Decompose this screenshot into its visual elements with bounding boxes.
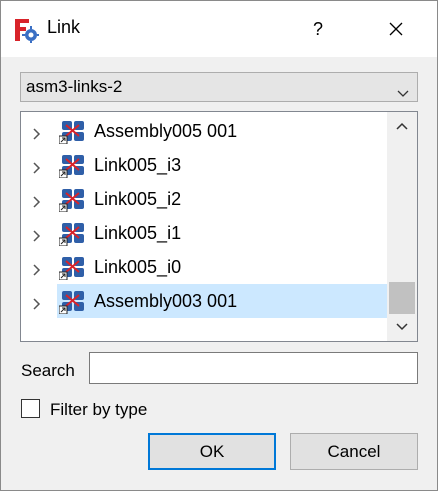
help-button[interactable]: ? [303, 9, 333, 49]
chevron-up-icon [396, 122, 408, 130]
window-title: Link [47, 17, 81, 37]
document-select[interactable]: asm3-links-2 [20, 72, 418, 102]
search-input[interactable] [89, 352, 418, 384]
tree-row-label: Link005_i3 [94, 155, 182, 175]
tree-row-label: Link005_i2 [94, 189, 182, 209]
assembly-link-icon [58, 186, 87, 213]
tree-row[interactable]: Link005_i0 [21, 250, 387, 284]
link-dialog: Link ? asm3-links-2 Assembly005 001 Link0… [0, 0, 438, 491]
object-tree[interactable]: Assembly005 001 Link005_i3 Link005_i2 Link0… [20, 111, 418, 342]
close-icon [389, 22, 403, 36]
document-select-value: asm3-links-2 [26, 77, 123, 96]
filter-by-type-checkbox[interactable] [21, 399, 40, 418]
assembly-link-icon [58, 220, 87, 247]
chevron-right-icon[interactable] [33, 261, 41, 281]
search-label: Search [21, 361, 75, 380]
chevron-down-icon [396, 323, 408, 331]
freecad-app-icon [13, 17, 39, 43]
tree-row[interactable]: Link005_i2 [21, 182, 387, 216]
tree-row[interactable]: Assembly003 001 [21, 284, 387, 318]
scroll-thumb[interactable] [389, 282, 415, 314]
chevron-right-icon[interactable] [33, 227, 41, 247]
ok-button[interactable]: OK [148, 433, 276, 470]
title-bar[interactable]: Link ? [1, 1, 437, 57]
scroll-down-button[interactable] [387, 313, 417, 341]
cancel-button[interactable]: Cancel [290, 433, 418, 470]
assembly-link-icon [58, 288, 87, 315]
tree-row-label: Assembly003 001 [94, 291, 238, 311]
assembly-link-icon [58, 152, 87, 179]
tree-row[interactable]: Link005_i3 [21, 148, 387, 182]
tree-row-label: Assembly005 001 [94, 121, 238, 141]
tree-items: Assembly005 001 Link005_i3 Link005_i2 Link0… [21, 112, 387, 341]
close-button[interactable] [373, 9, 419, 49]
tree-row-label: Link005_i1 [94, 223, 182, 243]
vertical-scrollbar[interactable] [387, 112, 417, 341]
assembly-link-icon [58, 118, 87, 145]
chevron-right-icon[interactable] [33, 159, 41, 179]
tree-row-label: Link005_i0 [94, 257, 182, 277]
tree-row[interactable]: Link005_i1 [21, 216, 387, 250]
tree-row[interactable]: Assembly005 001 [21, 114, 387, 148]
filter-by-type-label[interactable]: Filter by type [50, 400, 147, 420]
chevron-down-icon [397, 83, 409, 103]
scroll-up-button[interactable] [387, 112, 417, 140]
chevron-right-icon[interactable] [33, 125, 41, 145]
assembly-link-icon [58, 254, 87, 281]
chevron-right-icon[interactable] [33, 193, 41, 213]
chevron-right-icon[interactable] [33, 295, 41, 315]
